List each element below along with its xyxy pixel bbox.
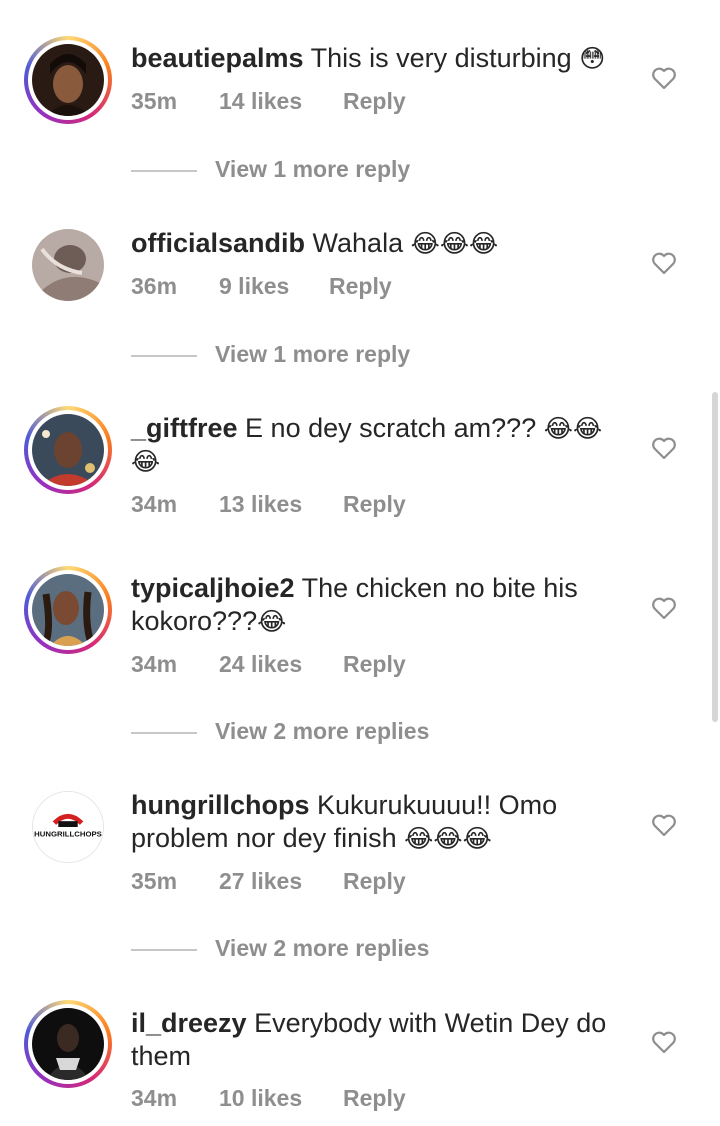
comment-text: beautiepalms This is very disturbing 😳	[131, 43, 606, 73]
reply-button[interactable]: Reply	[343, 88, 406, 115]
avatar[interactable]	[24, 1000, 112, 1088]
heart-outline-icon[interactable]	[651, 66, 677, 90]
reply-button[interactable]: Reply	[329, 273, 392, 300]
scrollbar[interactable]	[712, 392, 718, 722]
timestamp: 35m	[131, 868, 178, 894]
comment-text: _giftfree E no dey scratch am??? 😂😂 😂	[131, 413, 603, 476]
username[interactable]: il_dreezy	[131, 1008, 247, 1038]
laughing-emoji: 😂😂😂	[410, 229, 499, 258]
reply-button[interactable]: Reply	[343, 868, 406, 895]
comment-text: il_dreezy Everybody with Wetin Dey do th…	[131, 1008, 607, 1071]
avatar[interactable]	[24, 406, 112, 494]
comment-meta: 35m 14 likes Reply	[131, 88, 406, 115]
heart-outline-icon[interactable]	[651, 251, 677, 275]
divider-line	[131, 170, 197, 172]
username[interactable]: beautiepalms	[131, 43, 304, 73]
avatar[interactable]	[32, 229, 104, 301]
username[interactable]: hungrillchops	[131, 790, 310, 820]
laughing-emoji: 😂😂	[543, 414, 603, 443]
comment-meta: 34m 24 likes Reply	[131, 651, 406, 678]
heart-outline-icon[interactable]	[651, 813, 677, 837]
comment-meta: 35m 27 likes Reply	[131, 868, 406, 895]
likes-count[interactable]: 13 likes	[219, 491, 343, 518]
username[interactable]: _giftfree	[131, 413, 238, 443]
timestamp: 36m	[131, 273, 178, 299]
comment-text: hungrillchops Kukurukuuuu!! Omo problem …	[131, 790, 558, 853]
likes-count[interactable]: 24 likes	[219, 651, 343, 678]
comment-text: officialsandib Wahala 😂😂😂	[131, 228, 499, 258]
avatar[interactable]	[24, 566, 112, 654]
divider-line	[131, 355, 197, 357]
laughing-emoji: 😂	[257, 607, 287, 636]
timestamp: 34m	[131, 1085, 178, 1111]
heart-outline-icon[interactable]	[651, 596, 677, 620]
reply-button[interactable]: Reply	[343, 491, 406, 518]
heart-outline-icon[interactable]	[651, 1030, 677, 1054]
timestamp: 34m	[131, 491, 178, 517]
laughing-emoji: 😂	[131, 447, 161, 476]
username[interactable]: typicaljhoie2	[131, 573, 295, 603]
reply-button[interactable]: Reply	[343, 651, 406, 678]
comment-text: typicaljhoie2 The chicken no bite his ko…	[131, 573, 578, 636]
heart-outline-icon[interactable]	[651, 436, 677, 460]
hungrillchops-logo: HUNGRILLCHOPS	[33, 792, 103, 862]
comment-meta: 36m 9 likes Reply	[131, 273, 392, 300]
likes-count[interactable]: 9 likes	[219, 273, 329, 300]
likes-count[interactable]: 27 likes	[219, 868, 343, 895]
svg-text:HUNGRILLCHOPS: HUNGRILLCHOPS	[34, 830, 102, 839]
reply-button[interactable]: Reply	[343, 1085, 406, 1112]
divider-line	[131, 949, 197, 951]
likes-count[interactable]: 14 likes	[219, 88, 343, 115]
username[interactable]: officialsandib	[131, 228, 305, 258]
comment-meta: 34m 10 likes Reply	[131, 1085, 406, 1112]
timestamp: 35m	[131, 88, 178, 114]
avatar[interactable]	[24, 36, 112, 124]
comment-meta: 34m 13 likes Reply	[131, 491, 406, 518]
likes-count[interactable]: 10 likes	[219, 1085, 343, 1112]
avatar[interactable]: HUNGRILLCHOPS	[32, 791, 104, 863]
laughing-emoji: 😂😂😂	[404, 824, 492, 853]
divider-line	[131, 732, 197, 734]
timestamp: 34m	[131, 651, 178, 677]
flushed-face-emoji: 😳	[579, 44, 606, 73]
